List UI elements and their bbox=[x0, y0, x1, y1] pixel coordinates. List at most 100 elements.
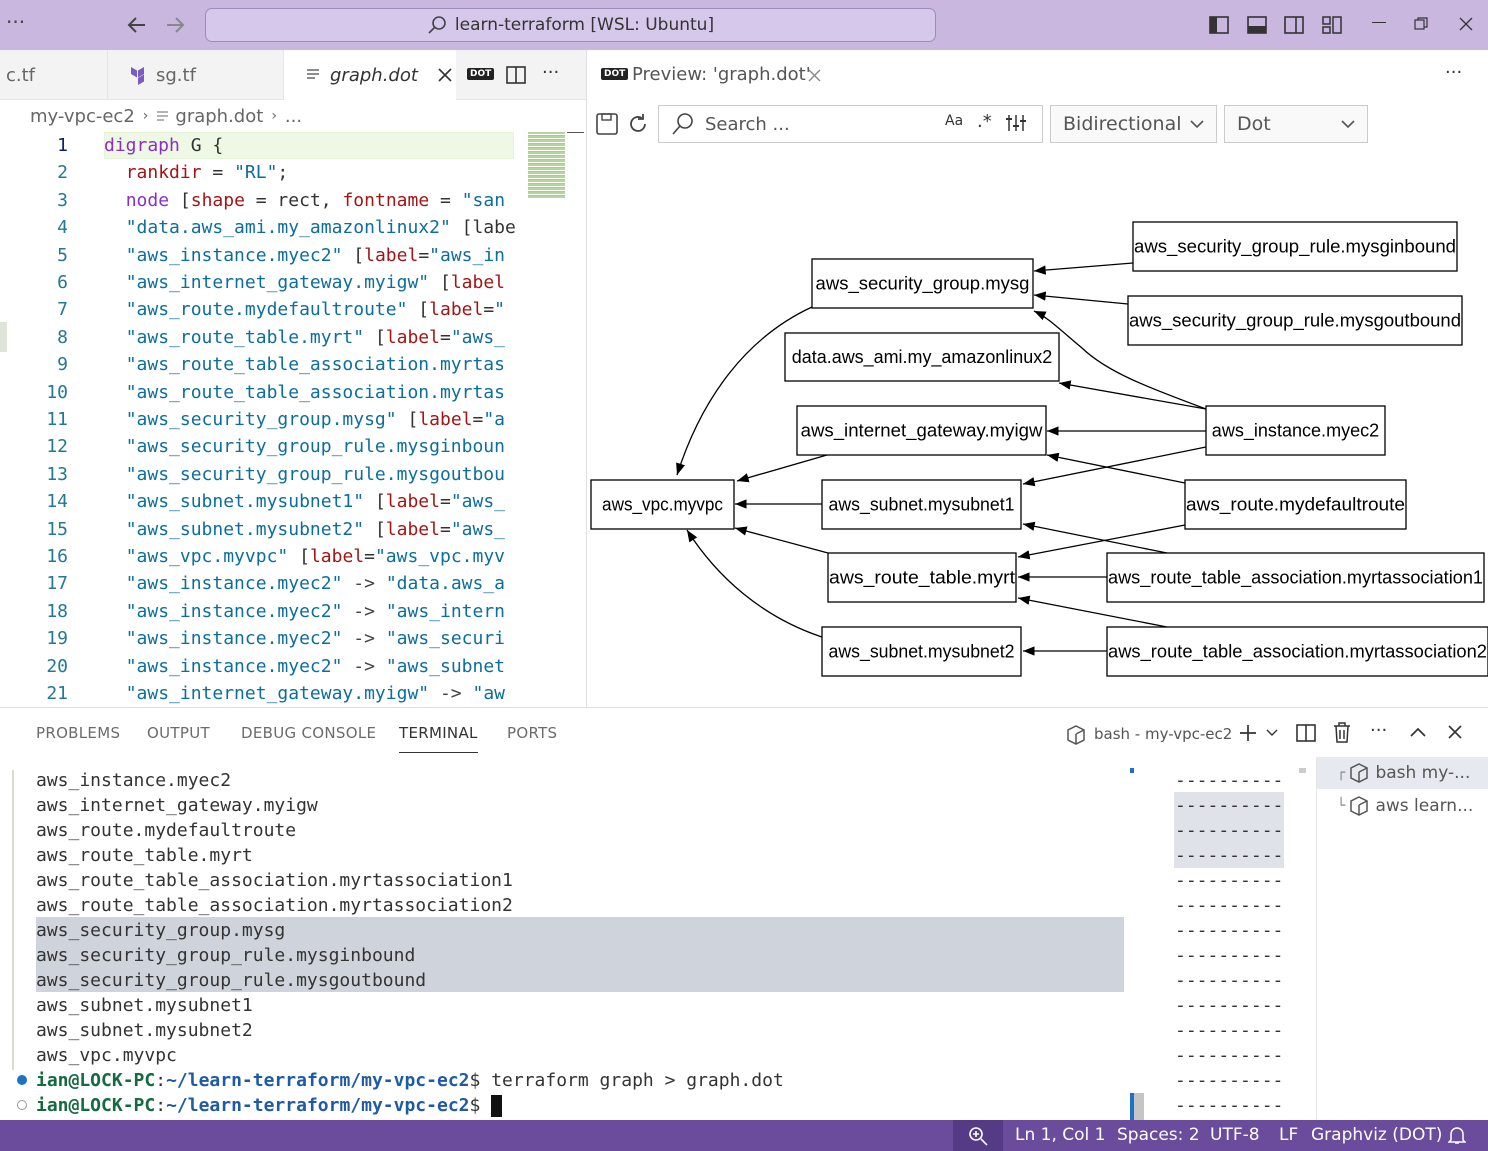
tab-output[interactable]: OUTPUT bbox=[147, 724, 210, 742]
code-line: node [shape = rect, fontname = "san bbox=[125, 189, 506, 211]
encoding[interactable]: UTF-8 bbox=[1210, 1125, 1260, 1145]
graph-canvas[interactable]: aws_security_group_rule.mysginbound aws_s… bbox=[587, 217, 1488, 680]
cursor-position[interactable]: Ln 1, Col 1 bbox=[1015, 1125, 1106, 1145]
breadcrumb-folder[interactable]: my-vpc-ec2 bbox=[30, 106, 135, 127]
direction-select[interactable]: Bidirectional bbox=[1050, 105, 1217, 143]
split-editor-icon[interactable] bbox=[506, 65, 526, 85]
breadcrumb-file[interactable]: graph.dot bbox=[175, 106, 263, 127]
graph-node[interactable]: aws_subnet.mysubnet1 bbox=[821, 479, 1022, 530]
graph-node[interactable]: aws_internet_gateway.myigw bbox=[796, 405, 1047, 456]
close-icon[interactable] bbox=[1448, 725, 1462, 739]
dash-line: ---------- bbox=[1175, 945, 1284, 966]
terminal-line: aws_security_group.mysg bbox=[36, 920, 286, 941]
graph-node[interactable]: aws_security_group.mysg bbox=[811, 258, 1034, 309]
language-mode[interactable]: Graphviz (DOT) bbox=[1311, 1125, 1442, 1145]
graph-node[interactable]: aws_route.mydefaultroute bbox=[1184, 479, 1407, 530]
line-number: 5 bbox=[57, 244, 68, 266]
graph-node[interactable]: aws_route_table.myrt bbox=[827, 552, 1017, 603]
line-number: 13 bbox=[46, 463, 68, 485]
match-case-toggle[interactable]: Aa bbox=[945, 113, 963, 129]
minimize-icon[interactable] bbox=[1372, 22, 1386, 23]
chevron-up-icon[interactable] bbox=[1410, 727, 1426, 737]
bell-icon[interactable] bbox=[1448, 1125, 1466, 1145]
end-of-line[interactable]: LF bbox=[1279, 1125, 1298, 1145]
close-tab-icon[interactable] bbox=[808, 69, 821, 82]
zoom-icon bbox=[969, 1127, 988, 1146]
command-pending-dot[interactable] bbox=[17, 1100, 27, 1110]
terminal-item-bash[interactable]: ┌ bash my-... bbox=[1317, 757, 1488, 789]
graph-node[interactable]: aws_route_table_association.myrtassociat… bbox=[1106, 626, 1488, 677]
regex-icon[interactable]: .* bbox=[977, 111, 992, 132]
line-number: 1 bbox=[57, 135, 68, 156]
graph-node[interactable]: data.aws_ami.my_amazonlinux2 bbox=[784, 332, 1060, 382]
split-terminal-icon[interactable] bbox=[1296, 723, 1316, 743]
chevron-right-icon: › bbox=[271, 108, 277, 124]
tab-c-tf[interactable]: c.tf bbox=[0, 50, 108, 100]
terminal-line: aws_subnet.mysubnet2 bbox=[36, 1020, 253, 1041]
graph-node[interactable]: aws_instance.myec2 bbox=[1205, 405, 1386, 456]
tab-ports[interactable]: PORTS bbox=[507, 724, 557, 742]
dash-line: ---------- bbox=[1175, 770, 1284, 791]
graph-node[interactable]: aws_security_group_rule.mysginbound bbox=[1132, 221, 1458, 272]
dot-preview-badge[interactable]: DOT bbox=[467, 68, 495, 80]
zoom-indicator[interactable] bbox=[953, 1120, 1003, 1151]
graph-node[interactable]: aws_route_table_association.myrtassociat… bbox=[1106, 552, 1485, 603]
tab-sg-tf[interactable]: sg.tf bbox=[108, 50, 284, 100]
line-number: 2 bbox=[57, 162, 68, 184]
terminal-output[interactable]: aws_instance.myec2 aws_internet_gateway.m… bbox=[36, 768, 1136, 1120]
ellipsis-icon[interactable]: ··· bbox=[542, 62, 559, 83]
graph-search-field[interactable]: Search ... Aa .* bbox=[658, 105, 1043, 143]
refresh-icon[interactable] bbox=[627, 113, 649, 135]
ellipsis-icon[interactable]: ··· bbox=[1445, 62, 1462, 83]
terminal-name[interactable]: bash - my-vpc-ec2 bbox=[1094, 725, 1232, 743]
indentation[interactable]: Spaces: 2 bbox=[1117, 1125, 1200, 1145]
minimap[interactable] bbox=[525, 132, 565, 707]
breadcrumb: my-vpc-ec2 › graph.dot › ... bbox=[0, 100, 587, 132]
terminal-item-aws[interactable]: └ aws learn... bbox=[1317, 790, 1488, 822]
customize-layout-icon[interactable] bbox=[1321, 14, 1343, 36]
close-tab-icon[interactable] bbox=[438, 68, 452, 82]
ellipsis-icon[interactable]: ··· bbox=[1370, 720, 1387, 741]
command-success-dot[interactable] bbox=[17, 1075, 27, 1085]
preview-tab-label[interactable]: Preview: 'graph.dot' bbox=[632, 64, 811, 85]
toggle-secondary-sidebar-icon[interactable] bbox=[1283, 14, 1305, 36]
arrow-left-icon[interactable] bbox=[125, 13, 149, 37]
restore-icon[interactable] bbox=[1414, 17, 1428, 31]
filter-settings-icon[interactable] bbox=[1005, 113, 1027, 133]
code-editor[interactable]: 1 digraph G {2 rankdir = "RL"; 3 node [sha… bbox=[0, 132, 587, 707]
toggle-primary-sidebar-icon[interactable] bbox=[1208, 14, 1230, 36]
code-line: "aws_route_table_association.myrtas bbox=[125, 381, 505, 403]
minimap-slider[interactable] bbox=[528, 132, 565, 198]
trash-icon[interactable] bbox=[1333, 722, 1351, 744]
graph-node[interactable]: aws_subnet.mysubnet2 bbox=[821, 626, 1022, 677]
graph-node-label: aws_security_group.mysg bbox=[816, 274, 1030, 295]
line-number: 11 bbox=[46, 409, 68, 430]
plus-icon[interactable] bbox=[1238, 723, 1258, 743]
chevron-right-icon: › bbox=[142, 108, 149, 124]
line-number: 21 bbox=[46, 683, 68, 704]
close-icon[interactable] bbox=[1459, 17, 1473, 31]
code-line: "aws_route_table.myrt" [label="aws_ bbox=[125, 326, 506, 348]
breadcrumb-more[interactable]: ... bbox=[285, 106, 302, 127]
graph-node-label: aws_route.mydefaultroute bbox=[1186, 495, 1405, 516]
toggle-panel-icon[interactable] bbox=[1246, 14, 1268, 36]
file-lines-icon bbox=[306, 68, 320, 82]
scrollbar-marker bbox=[567, 132, 584, 133]
ellipsis-icon[interactable]: ··· bbox=[6, 10, 25, 34]
command-center[interactable]: learn-terraform [WSL: Ubuntu] bbox=[205, 8, 936, 42]
arrow-right-icon[interactable] bbox=[163, 13, 187, 37]
graph-node[interactable]: aws_vpc.myvpc bbox=[590, 479, 735, 530]
command-center-label: learn-terraform [WSL: Ubuntu] bbox=[454, 15, 715, 35]
graph-node-label: aws_route_table_association.myrtassociat… bbox=[1108, 642, 1487, 663]
tab-graph-dot[interactable]: graph.dot bbox=[284, 50, 456, 100]
tab-terminal[interactable]: TERMINAL bbox=[399, 724, 478, 753]
graph-node[interactable]: aws_security_group_rule.mysgoutbound bbox=[1127, 295, 1463, 346]
prompt-user: ian@LOCK-PC bbox=[36, 1095, 156, 1116]
dash-line: ---------- bbox=[1175, 970, 1284, 991]
engine-select[interactable]: Dot bbox=[1224, 105, 1368, 143]
tab-problems[interactable]: PROBLEMS bbox=[36, 724, 120, 742]
chevron-down-icon[interactable] bbox=[1266, 729, 1278, 737]
save-icon[interactable] bbox=[596, 113, 618, 135]
code-line: "aws_instance.myec2" -> "data.aws_a bbox=[125, 573, 506, 595]
tab-debug-console[interactable]: DEBUG CONSOLE bbox=[241, 724, 376, 742]
